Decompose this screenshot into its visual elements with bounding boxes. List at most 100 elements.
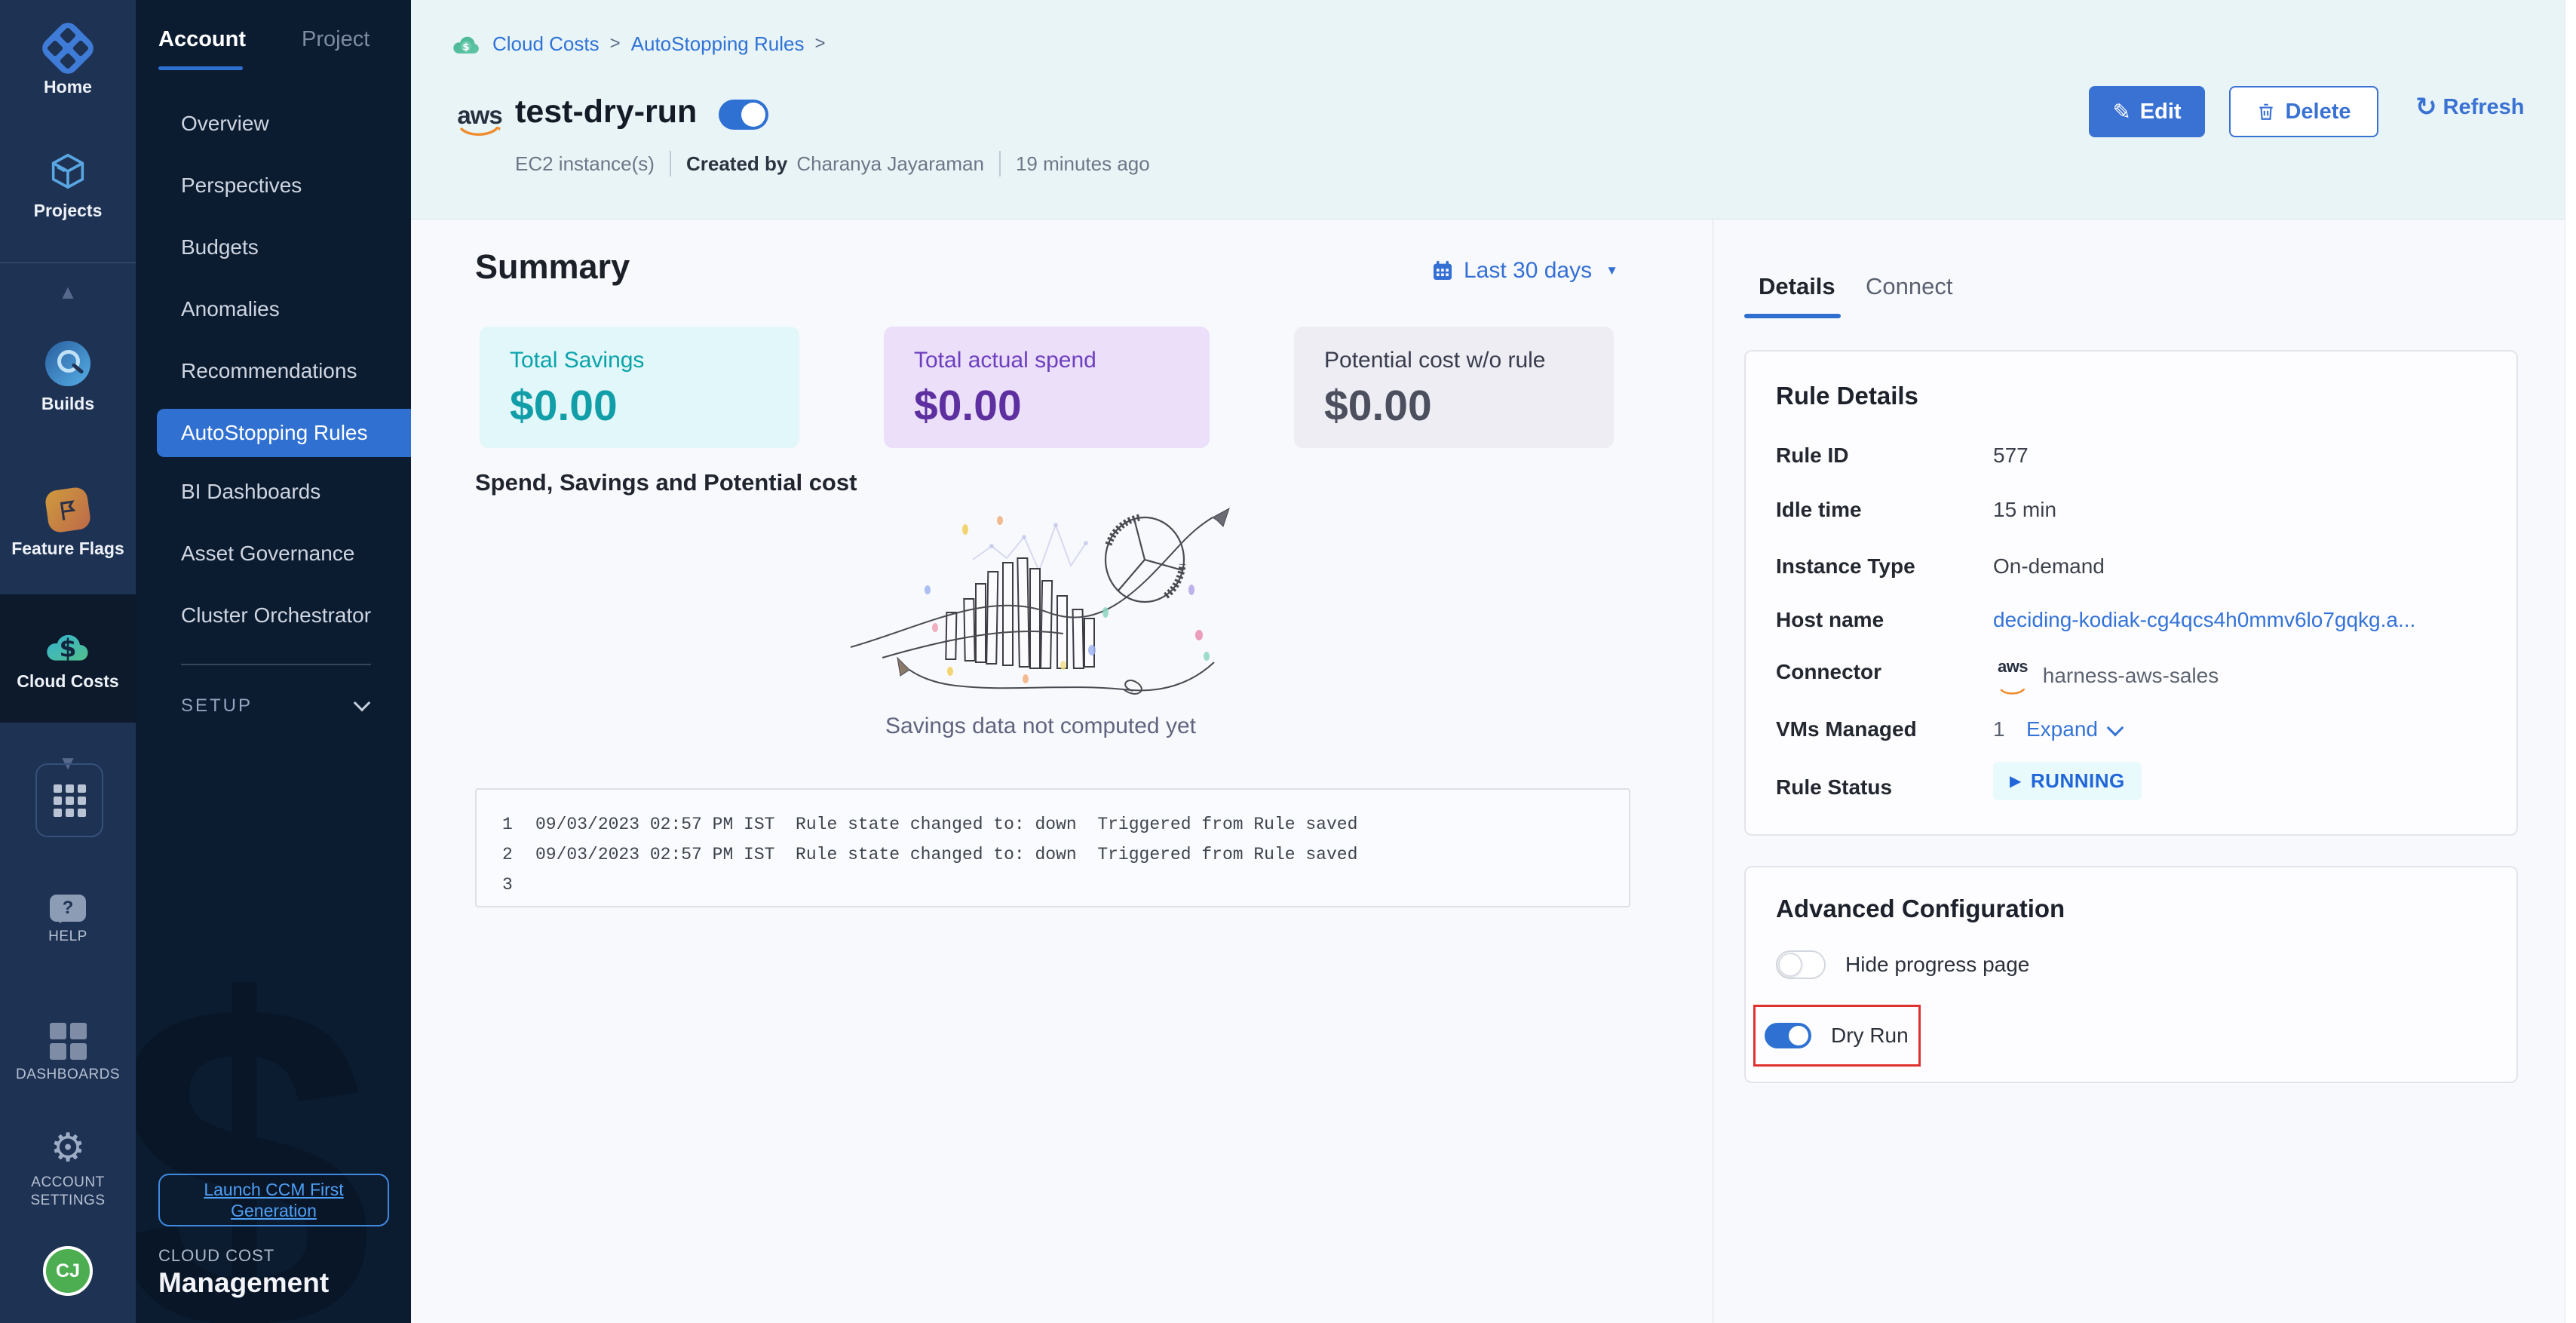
rail-label-home: Home [0, 77, 136, 97]
breadcrumb-autostopping-rules[interactable]: AutoStopping Rules [631, 32, 805, 56]
log-line: 209/03/2023 02:57 PM IST Rule state chan… [502, 840, 1629, 870]
tab-details[interactable]: Details [1759, 273, 1835, 300]
sidebar-item-cluster-orchestrator[interactable]: Cluster Orchestrator [181, 603, 371, 628]
rail-item-builds[interactable]: Builds [0, 341, 136, 414]
log-line: 109/03/2023 02:57 PM IST Rule state chan… [502, 809, 1629, 840]
sidebar-item-label: AutoStopping Rules [181, 421, 368, 445]
module-title: Management [158, 1267, 329, 1299]
scrollbar-track[interactable] [2565, 0, 2576, 1323]
chart-section-title: Spend, Savings and Potential cost [475, 469, 857, 496]
active-tab-underline [1744, 314, 1841, 318]
sidebar-item-autostopping-rules[interactable]: AutoStopping Rules [157, 409, 411, 457]
details-panel: Details Connect Rule Details Rule ID 577… [1713, 219, 2558, 1323]
delete-button[interactable]: Delete [2229, 86, 2378, 137]
hide-progress-row: Hide progress page [1776, 950, 2029, 979]
created-age: 19 minutes ago [1016, 152, 1150, 176]
rail-item-feature-flags[interactable]: Feature Flags [0, 489, 136, 559]
row-label: Instance Type [1776, 554, 1915, 579]
potential-cost-card: Potential cost w/o rule $0.00 [1294, 327, 1614, 448]
gear-icon: ⚙ [0, 1128, 136, 1168]
module-rail: Home Projects ▲ Builds Feature Flags $ C… [0, 0, 136, 1323]
flag-icon [44, 486, 91, 533]
total-savings-card: Total Savings $0.00 [480, 327, 799, 448]
user-avatar[interactable]: CJ [0, 1246, 136, 1296]
sidebar-item-overview[interactable]: Overview [181, 112, 269, 136]
avatar: CJ [43, 1246, 93, 1296]
row-label: Connector [1776, 660, 1881, 684]
svg-text:$: $ [60, 634, 77, 663]
edit-button[interactable]: ✎ Edit [2089, 86, 2205, 137]
dry-run-toggle[interactable] [1765, 1023, 1811, 1048]
tab-connect[interactable]: Connect [1866, 273, 1952, 300]
host-name-link[interactable]: deciding-kodiak-cg4qcs4h0mmv6lo7gqkg.a..… [1993, 608, 2415, 632]
connector-value: aws harness-aws-sales [1993, 653, 2219, 701]
tab-project[interactable]: Project [302, 27, 370, 52]
card-value: $0.00 [1324, 381, 1432, 431]
sidebar-item-anomalies[interactable]: Anomalies [181, 297, 280, 321]
rail-label-dashboards: DASHBOARDS [0, 1066, 136, 1084]
scroll-up-icon[interactable]: ▲ [0, 281, 136, 304]
cloud-dollar-icon: $ [43, 625, 93, 664]
rail-item-dashboards[interactable]: DASHBOARDS [0, 1023, 136, 1084]
advanced-config-title: Advanced Configuration [1776, 895, 2065, 923]
breadcrumb-separator: > [814, 33, 825, 54]
expand-vms-link[interactable]: Expand [2026, 717, 2098, 741]
card-label: Total Savings [510, 348, 644, 373]
sidebar-item-budgets[interactable]: Budgets [181, 235, 259, 259]
rule-id-value: 577 [1993, 444, 2029, 468]
log-line: 3 [502, 870, 1629, 900]
module-picker-button[interactable] [35, 763, 103, 837]
rail-label-cloud-costs: Cloud Costs [0, 671, 136, 692]
breadcrumb-cloud-costs[interactable]: Cloud Costs [492, 32, 600, 56]
tab-account[interactable]: Account [158, 27, 246, 52]
svg-text:$: $ [462, 41, 470, 54]
aws-logo: aws [450, 104, 509, 143]
rule-subtitle: EC2 instance(s) Created by Charanya Jaya… [515, 151, 1150, 177]
sidebar-item-recommendations[interactable]: Recommendations [181, 359, 357, 383]
sidebar-item-asset-governance[interactable]: Asset Governance [181, 542, 354, 566]
aws-logo-small: aws [1993, 653, 2032, 701]
rail-item-projects[interactable]: Projects [0, 149, 136, 221]
rail-label-account-settings: ACCOUNT SETTINGS [0, 1174, 136, 1210]
chevron-down-icon[interactable] [2107, 720, 2124, 737]
resource-type: EC2 instance(s) [515, 152, 655, 176]
chevron-down-icon[interactable] [354, 695, 371, 712]
summary-heading: Summary [475, 247, 630, 287]
setup-section-toggle[interactable]: SETUP [181, 695, 253, 717]
pencil-icon: ✎ [2112, 99, 2130, 125]
breadcrumb-separator: > [610, 33, 621, 54]
harness-logo-icon [38, 18, 97, 78]
rail-item-help[interactable]: ? HELP [0, 895, 136, 946]
caret-down-icon: ▼ [1605, 263, 1618, 278]
rule-status-value: RUNNING [2031, 769, 2125, 793]
row-label: Host name [1776, 608, 1884, 632]
rail-item-cloud-costs[interactable]: $ Cloud Costs [0, 625, 136, 692]
rail-item-account-settings[interactable]: ⚙ ACCOUNT SETTINGS [0, 1128, 136, 1210]
sidebar-item-perspectives[interactable]: Perspectives [181, 173, 302, 198]
rule-details-title: Rule Details [1776, 382, 1918, 410]
refresh-button[interactable]: ↻ Refresh [2415, 92, 2525, 122]
module-eyebrow: CLOUD COST [158, 1246, 274, 1266]
rail-divider [0, 262, 136, 263]
cloud-costs-sidebar: $ Account Project Overview Perspectives … [136, 0, 411, 1323]
created-by-label: Created by [686, 152, 787, 176]
row-label: VMs Managed [1776, 717, 1917, 741]
vms-managed-count: 1 [1993, 717, 2005, 741]
rule-enabled-toggle[interactable] [719, 100, 768, 130]
rule-activity-log[interactable]: 109/03/2023 02:57 PM IST Rule state chan… [475, 788, 1630, 907]
card-label: Potential cost w/o rule [1324, 348, 1545, 373]
dry-run-highlight-box: Dry Run [1753, 1005, 1921, 1067]
rail-label-help: HELP [0, 928, 136, 946]
main-area: $ Cloud Costs > AutoStopping Rules > aws… [411, 0, 2565, 1323]
launch-ccm-first-gen-button[interactable]: Launch CCM First Generation [158, 1174, 389, 1226]
cube-icon [46, 149, 90, 193]
calendar-icon [1431, 259, 1455, 283]
rule-status-badge: ▶ RUNNING [1993, 762, 2142, 800]
date-range-label: Last 30 days [1464, 258, 1592, 284]
hide-progress-toggle[interactable] [1776, 950, 1826, 979]
date-range-dropdown[interactable]: Last 30 days ▼ [1431, 258, 1618, 284]
card-value: $0.00 [510, 381, 618, 431]
sidebar-item-bi-dashboards[interactable]: BI Dashboards [181, 480, 320, 504]
rail-item-home[interactable]: Home [0, 27, 136, 97]
row-label: Rule ID [1776, 444, 1848, 468]
